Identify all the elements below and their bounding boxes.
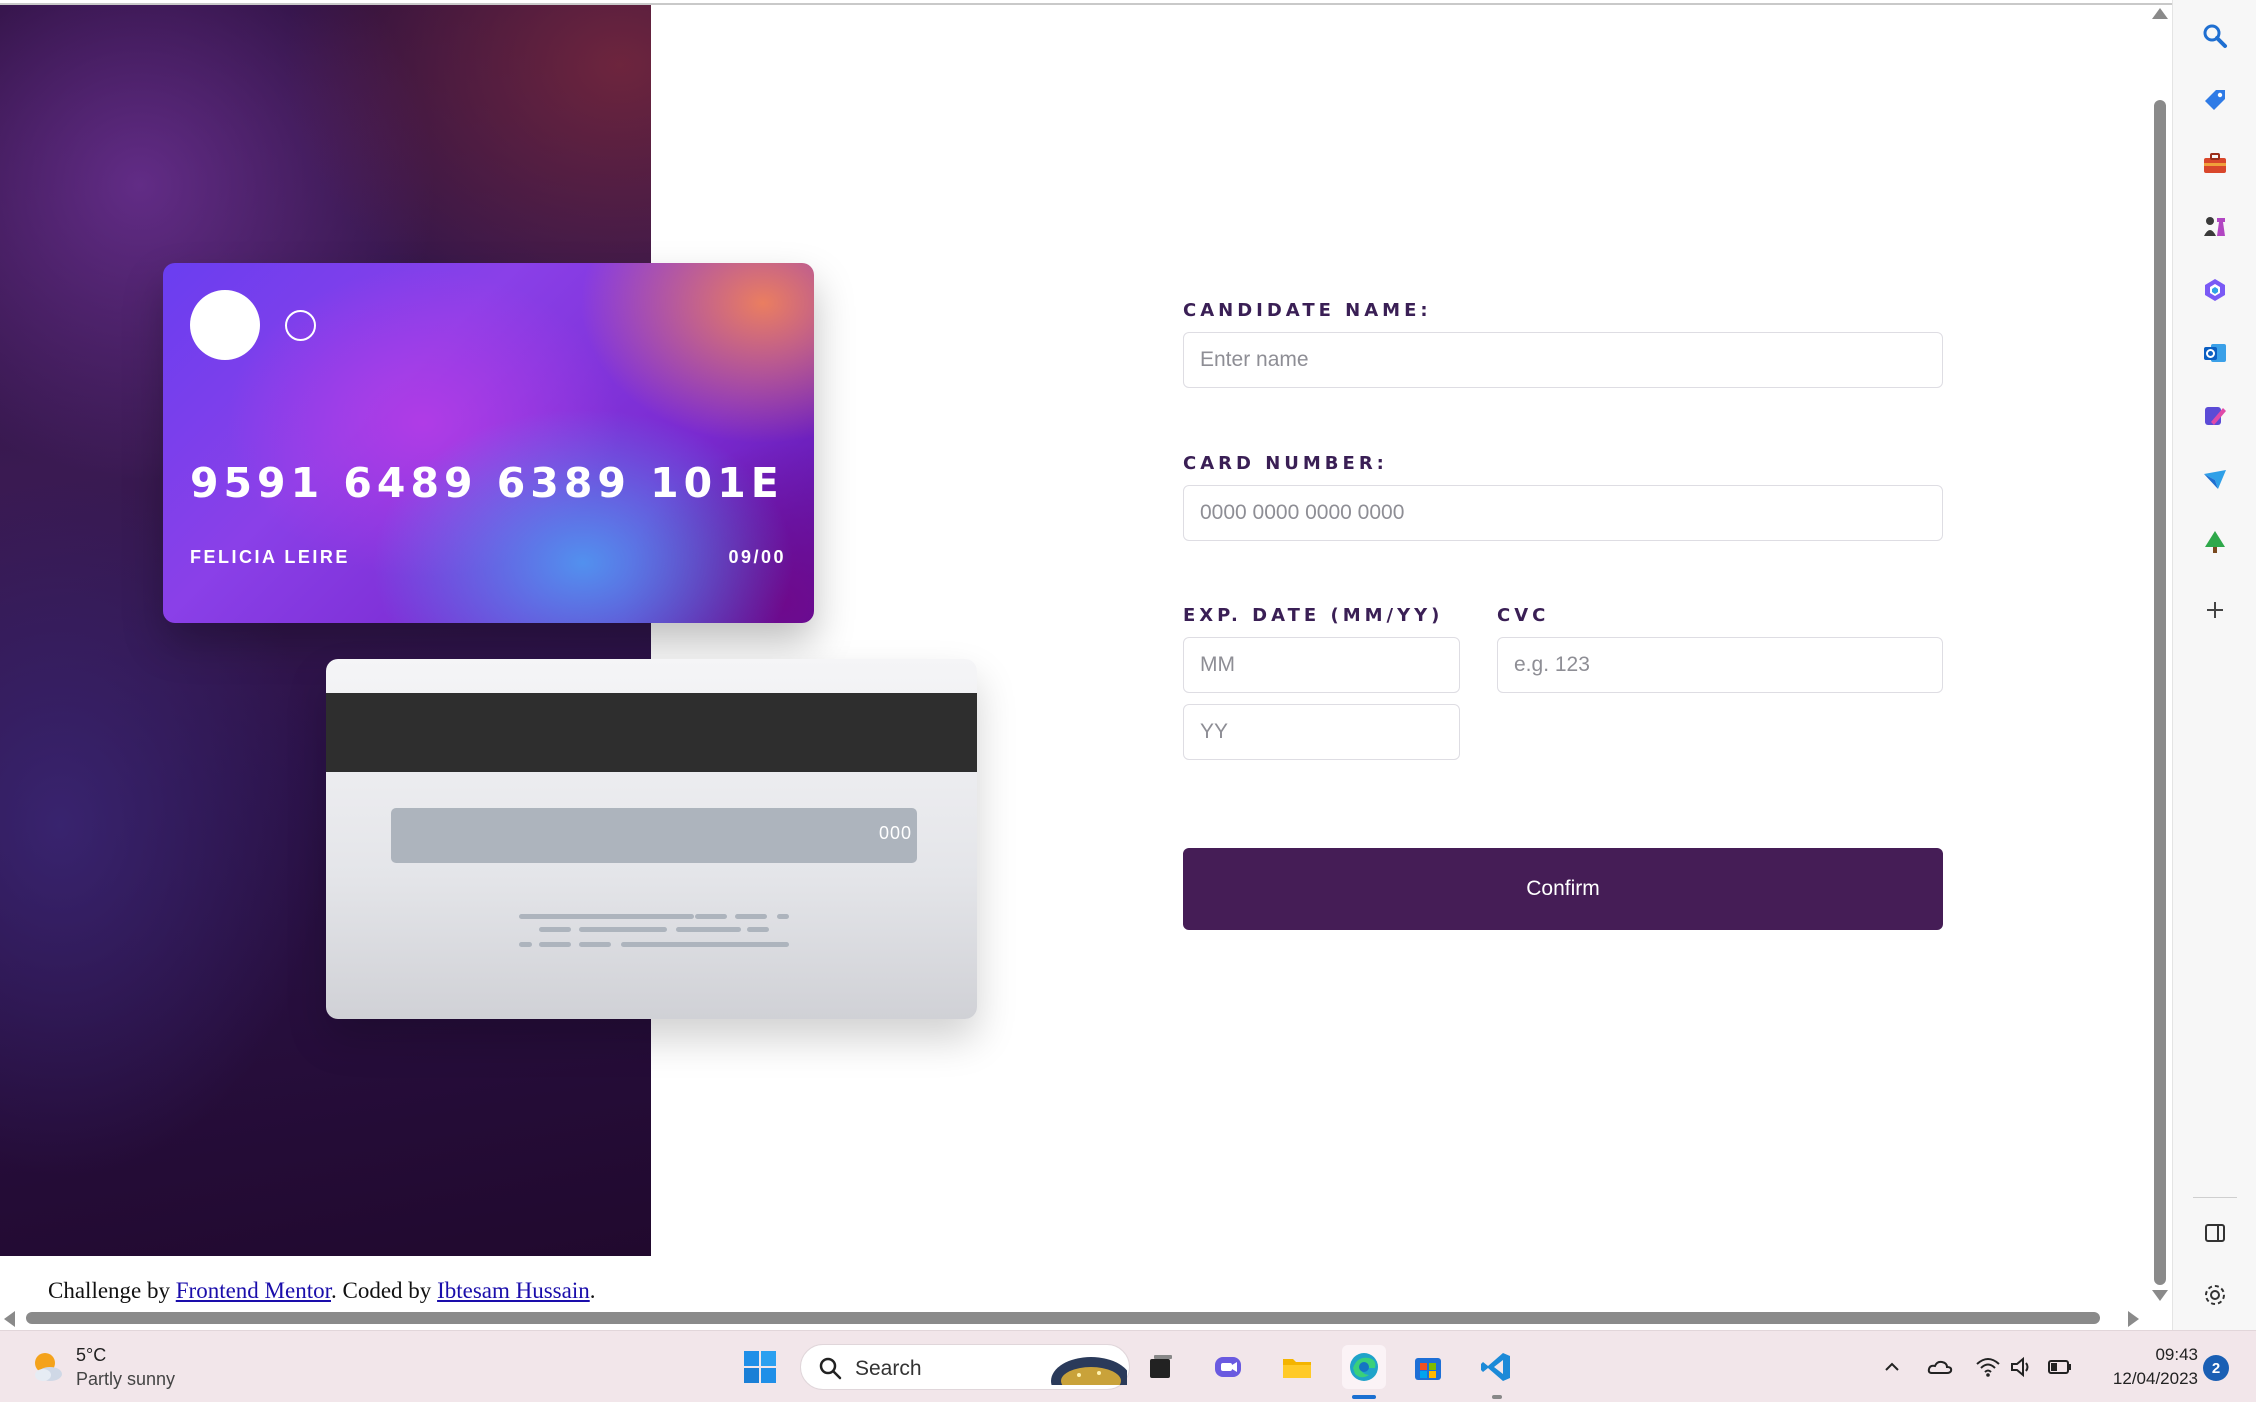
split-view-icon[interactable] — [2195, 1213, 2235, 1253]
notification-badge[interactable]: 2 — [2203, 1355, 2229, 1381]
card-logo-circle-filled — [190, 290, 260, 360]
confirm-button[interactable]: Confirm — [1183, 848, 1943, 930]
start-windows-icon[interactable] — [738, 1345, 782, 1389]
horizontal-scrollbar[interactable] — [0, 1306, 2148, 1330]
attribution: Challenge by Frontend Mentor. Coded by I… — [48, 1278, 595, 1304]
card-number-input[interactable] — [1183, 485, 1943, 541]
card-front: 9591 6489 6389 101E FELICIA LEIRE 09/00 — [163, 263, 814, 623]
card-back-line — [539, 927, 571, 932]
search-icon[interactable] — [2195, 16, 2235, 56]
edge-sidebar — [2172, 0, 2256, 1330]
weather-partly-sunny-icon[interactable] — [30, 1349, 66, 1385]
exp-date-label: EXP. DATE (MM/YY) — [1183, 605, 1444, 626]
sidebar-divider — [2193, 1197, 2237, 1198]
card-back-line — [777, 914, 789, 919]
exp-month-input[interactable] — [1183, 637, 1460, 693]
edge-active-indicator — [1352, 1395, 1376, 1399]
add-icon[interactable] — [2195, 590, 2235, 630]
vscode-icon[interactable] — [1474, 1345, 1518, 1389]
taskbar-search-box[interactable]: Search — [800, 1344, 1130, 1390]
card-cvc-display: 000 — [878, 823, 912, 843]
card-back-line — [519, 942, 532, 947]
search-highlight-image-icon — [1051, 1357, 1127, 1385]
name-input[interactable] — [1183, 332, 1943, 388]
taskbar: 5°C Partly sunny Search 09:43 12/04/2023… — [0, 1330, 2256, 1402]
tree-icon[interactable] — [2195, 522, 2235, 562]
teams-chat-icon[interactable] — [1207, 1345, 1251, 1389]
card-back-line — [539, 942, 571, 947]
exp-year-input[interactable] — [1183, 704, 1460, 760]
vertical-scrollbar[interactable] — [2148, 5, 2172, 1313]
magnetic-strip — [326, 693, 977, 772]
card-number-display: 9591 6489 6389 101E — [190, 459, 784, 507]
card-back-line — [621, 942, 789, 947]
vertical-scroll-thumb[interactable] — [2154, 100, 2166, 1285]
horizontal-scroll-thumb[interactable] — [26, 1312, 2100, 1324]
cvc-label: CVC — [1497, 605, 1550, 626]
card-back-line — [519, 914, 694, 919]
author-link[interactable]: Ibtesam Hussain — [437, 1278, 590, 1303]
chess-icon[interactable] — [2195, 206, 2235, 246]
card-expiry-display: 09/00 — [728, 547, 786, 567]
left-gradient-panel — [0, 5, 651, 1256]
task-view-icon[interactable] — [1139, 1345, 1183, 1389]
name-label: CANDIDATE NAME: — [1183, 300, 1432, 321]
clock-date[interactable]: 12/04/2023 — [2088, 1369, 2198, 1389]
vscode-running-indicator — [1492, 1395, 1502, 1399]
frontend-mentor-link[interactable]: Frontend Mentor — [176, 1278, 331, 1303]
scroll-right-arrow-icon[interactable] — [2128, 1311, 2139, 1327]
card-logo-circle-outline — [285, 310, 316, 341]
scroll-down-arrow-icon[interactable] — [2152, 1290, 2168, 1301]
copilot-icon[interactable] — [2195, 270, 2235, 310]
scroll-up-arrow-icon[interactable] — [2152, 8, 2168, 19]
card-back-line — [676, 927, 741, 932]
card-holder-display: FELICIA LEIRE — [190, 547, 350, 567]
battery-icon[interactable] — [2038, 1345, 2082, 1389]
show-hidden-icons-chevron-icon[interactable] — [1870, 1345, 1914, 1389]
card-back-line — [579, 927, 667, 932]
card-back: 000 — [326, 659, 977, 1019]
weather-description[interactable]: Partly sunny — [76, 1369, 175, 1390]
send-icon[interactable] — [2195, 459, 2235, 499]
toolbox-icon[interactable] — [2195, 143, 2235, 183]
taskbar-search-icon — [819, 1357, 842, 1380]
scroll-left-arrow-icon[interactable] — [4, 1311, 15, 1327]
card-back-line — [695, 914, 727, 919]
clock-time[interactable]: 09:43 — [2088, 1345, 2198, 1365]
outlook-icon[interactable] — [2195, 333, 2235, 373]
taskbar-search-label: Search — [855, 1357, 922, 1380]
tag-icon[interactable] — [2195, 80, 2235, 120]
card-number-label: CARD NUMBER: — [1183, 453, 1388, 474]
attribution-suffix: . — [589, 1278, 596, 1303]
card-back-line — [735, 914, 767, 919]
settings-icon[interactable] — [2195, 1275, 2235, 1315]
screen: 9591 6489 6389 101E FELICIA LEIRE 09/00 … — [0, 0, 2256, 1402]
edge-browser-icon[interactable] — [1342, 1345, 1386, 1389]
card-back-line — [579, 942, 611, 947]
designer-icon[interactable] — [2195, 396, 2235, 436]
microsoft-store-icon[interactable] — [1406, 1345, 1450, 1389]
card-back-line — [747, 927, 769, 932]
attribution-prefix: Challenge by — [48, 1278, 176, 1303]
onedrive-cloud-icon[interactable] — [1918, 1345, 1962, 1389]
cvc-input[interactable] — [1497, 637, 1943, 693]
weather-temperature[interactable]: 5°C — [76, 1345, 106, 1366]
file-explorer-icon[interactable] — [1275, 1345, 1319, 1389]
signature-strip: 000 — [391, 808, 917, 863]
attribution-middle: . Coded by — [331, 1278, 438, 1303]
